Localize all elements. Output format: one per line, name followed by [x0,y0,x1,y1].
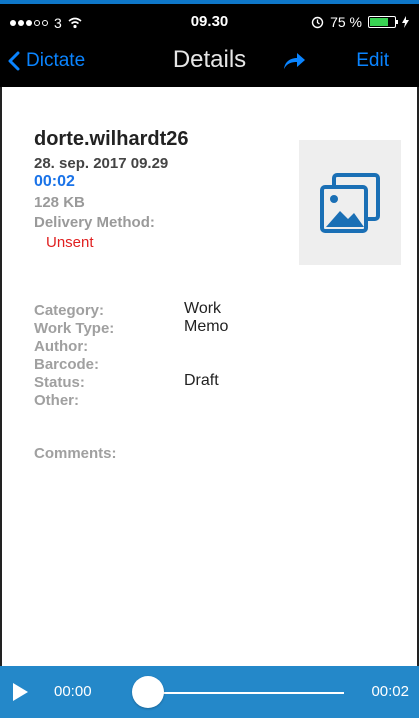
worktype-value: Memo [184,318,229,335]
top-bar: 3 09.30 75 % Dictate Details Edit [0,0,419,87]
play-icon[interactable] [10,682,30,702]
total-time: 00:02 [371,683,409,700]
other-label: Other: [34,392,79,409]
recording-date: 28. sep. 2017 09.29 [34,155,169,172]
share-arrow-icon[interactable] [282,52,306,70]
status-bar: 3 09.30 75 % [0,4,419,38]
battery-icon [368,16,398,28]
worktype-label: Work Type: [34,320,115,337]
delivery-method-label: Delivery Method: [34,214,155,231]
audio-player-bar: 00:00 00:02 [0,666,419,718]
status-right: 75 % [311,14,409,30]
other-row: Other: [34,392,384,410]
recording-name: dorte.wilhardt26 [34,128,189,150]
progress-knob[interactable] [132,676,164,708]
image-attachment[interactable] [299,140,401,265]
recording-duration: 00:02 [34,173,75,190]
author-row: Author: [34,338,384,356]
alarm-icon [311,16,324,28]
author-label: Author: [34,338,89,355]
status-label: Status: [34,374,85,391]
status-row: Status: Draft [34,372,384,392]
delivery-method-value: Unsent [46,234,94,251]
recording-size: 128 KB [34,194,85,211]
image-gallery-icon [320,172,380,233]
edit-button[interactable]: Edit [356,50,389,72]
battery-percent: 75 % [330,14,362,30]
metadata-list: Category: Work Work Type: Memo Author: B… [34,300,384,410]
category-label: Category: [34,302,105,319]
status-value: Draft [184,372,219,389]
comments-label: Comments: [34,445,117,462]
current-time: 00:00 [54,683,92,700]
nav-bar: Dictate Details Edit [0,38,419,87]
worktype-row: Work Type: Memo [34,318,384,338]
progress-track[interactable] [146,692,344,694]
barcode-label: Barcode: [34,356,100,373]
charging-bolt-icon [402,16,409,28]
category-value: Work [184,300,222,317]
